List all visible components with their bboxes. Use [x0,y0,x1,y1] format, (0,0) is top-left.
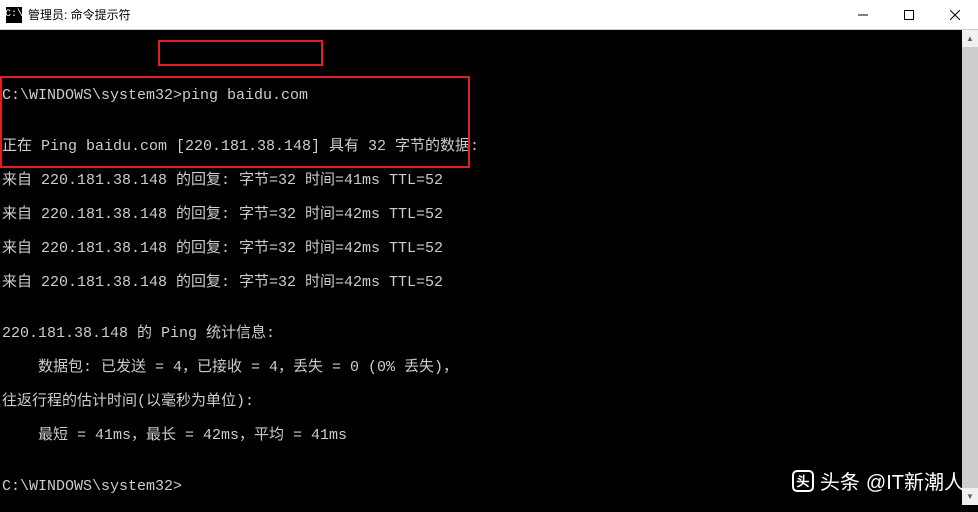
ping-reply: 来自 220.181.38.148 的回复: 字节=32 时间=42ms TTL… [2,240,960,257]
scroll-up-button[interactable]: ▲ [962,30,978,47]
watermark: 头 头条 @IT新潮人 [792,466,964,495]
maximize-button[interactable] [886,0,932,29]
watermark-label: 头条 [820,466,860,495]
scrollbar-thumb[interactable] [962,47,978,488]
ping-header: 正在 Ping baidu.com [220.181.38.148] 具有 32… [2,138,960,155]
window-controls [840,0,978,29]
close-button[interactable] [932,0,978,29]
minimize-button[interactable] [840,0,886,29]
vertical-scrollbar[interactable]: ▲ ▼ [962,30,978,505]
stats-rtt-header: 往返行程的估计时间(以毫秒为单位): [2,393,960,410]
prompt-line: C:\WINDOWS\system32>ping baidu.com [2,87,960,104]
scroll-down-button[interactable]: ▼ [962,488,978,505]
blank-line [2,53,960,70]
watermark-handle: @IT新潮人 [866,466,964,495]
command-text: ping baidu.com [182,87,308,104]
window-title: 管理员: 命令提示符 [28,6,840,23]
ping-reply: 来自 220.181.38.148 的回复: 字节=32 时间=41ms TTL… [2,172,960,189]
watermark-icon: 头 [792,470,814,492]
terminal-output[interactable]: C:\WINDOWS\system32>ping baidu.com 正在 Pi… [0,30,962,505]
titlebar: C:\ 管理员: 命令提示符 [0,0,978,30]
stats-header: 220.181.38.148 的 Ping 统计信息: [2,325,960,342]
ping-reply: 来自 220.181.38.148 的回复: 字节=32 时间=42ms TTL… [2,274,960,291]
stats-packets: 数据包: 已发送 = 4，已接收 = 4，丢失 = 0 (0% 丢失)， [2,359,960,376]
stats-rtt: 最短 = 41ms，最长 = 42ms，平均 = 41ms [2,427,960,444]
cmd-icon: C:\ [6,7,22,23]
prompt-path: C:\WINDOWS\system32> [2,87,182,104]
ping-reply: 来自 220.181.38.148 的回复: 字节=32 时间=42ms TTL… [2,206,960,223]
